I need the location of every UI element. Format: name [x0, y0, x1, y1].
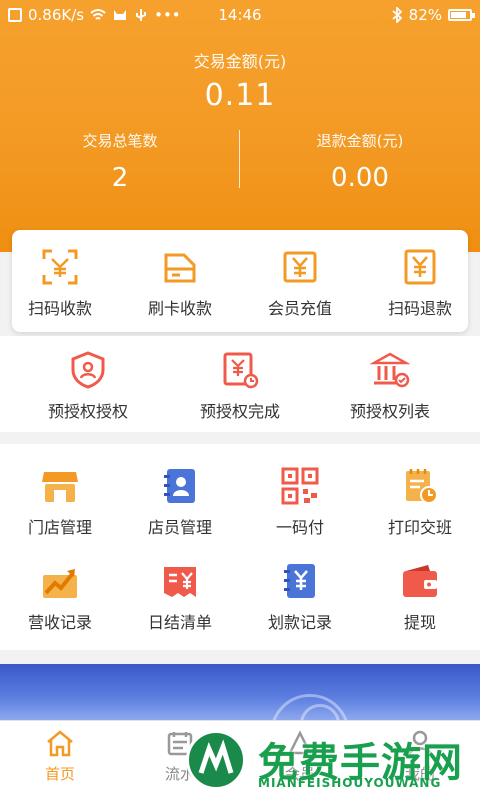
count-value: 2 — [111, 163, 129, 193]
member-recharge-icon — [280, 247, 320, 287]
summary-header: 0.86K/s ••• 14:46 82% 交易金额(元) 0.11 交易总笔数… — [0, 0, 480, 252]
preauth-authorize-label: 预授权授权 — [47, 402, 128, 421]
withdraw-button[interactable]: 提现 — [360, 561, 480, 633]
card-swipe-icon — [160, 247, 200, 287]
promo-banner[interactable] — [0, 664, 480, 720]
function-grid: 门店管理 店员管理 一码付 打印交班 营收记录 日结清单 划款记录 提现 — [0, 444, 480, 650]
qr-code-icon — [280, 466, 320, 506]
watermark-logo — [186, 730, 246, 790]
preauth-authorize-button[interactable]: 预授权授权 — [28, 350, 148, 422]
bank-icon — [369, 350, 411, 390]
daily-statement-label: 日结清单 — [147, 613, 212, 632]
clerk-manage-label: 店员管理 — [147, 518, 212, 537]
card-swipe-button[interactable]: 刷卡收款 — [120, 247, 240, 319]
store-icon — [40, 466, 80, 506]
store-manage-button[interactable]: 门店管理 — [0, 466, 120, 538]
scan-refund-button[interactable]: 扫码退款 — [360, 247, 480, 319]
revenue-record-label: 营收记录 — [27, 613, 92, 632]
revenue-record-button[interactable]: 营收记录 — [0, 561, 120, 633]
store-manage-label: 门店管理 — [27, 518, 92, 537]
withdraw-label: 提现 — [403, 613, 436, 632]
battery-percent: 82% — [408, 6, 442, 24]
tab-home[interactable]: 首页 — [0, 729, 120, 784]
member-recharge-label: 会员充值 — [267, 299, 332, 318]
clerk-manage-button[interactable]: 店员管理 — [120, 466, 240, 538]
amount-label: 交易金额(元) — [193, 52, 287, 71]
scan-refund-icon — [400, 247, 440, 287]
preauth-list-label: 预授权列表 — [349, 402, 430, 421]
preauth-complete-label: 预授权完成 — [199, 402, 280, 421]
transfer-record-label: 划款记录 — [267, 613, 332, 632]
card-swipe-label: 刷卡收款 — [147, 299, 212, 318]
watermark-subtitle: MIANFEISHOUYOUWANG — [258, 776, 442, 790]
scan-receive-button[interactable]: 扫码收款 — [0, 247, 120, 319]
revenue-chart-icon — [40, 561, 80, 601]
one-code-pay-button[interactable]: 一码付 — [240, 466, 360, 538]
shield-user-icon — [68, 350, 108, 390]
transfer-record-icon — [280, 561, 320, 601]
refund-stat: 退款金额(元) 0.00 — [240, 130, 480, 193]
count-label: 交易总笔数 — [82, 132, 158, 150]
one-code-pay-label: 一码付 — [275, 518, 324, 537]
tab-home-label: 首页 — [44, 765, 75, 783]
scan-receive-label: 扫码收款 — [27, 299, 92, 318]
amount-value: 0.11 — [204, 78, 276, 113]
refund-label: 退款金额(元) — [316, 132, 404, 150]
transfer-record-button[interactable]: 划款记录 — [240, 561, 360, 633]
document-yen-icon — [220, 350, 260, 390]
print-shift-icon — [400, 466, 440, 506]
quick-actions-card: 扫码收款 刷卡收款 会员充值 扫码退款 — [12, 230, 468, 332]
wallet-icon — [400, 561, 440, 601]
scan-refund-label: 扫码退款 — [387, 299, 452, 318]
battery-icon — [448, 9, 475, 21]
preauth-section: 预授权授权 预授权完成 预授权列表 — [0, 336, 480, 432]
battery-fill — [451, 12, 466, 18]
scan-receive-icon — [40, 247, 80, 287]
refund-value: 0.00 — [331, 163, 389, 193]
preauth-complete-button[interactable]: 预授权完成 — [180, 350, 300, 422]
status-bar: 0.86K/s ••• 14:46 82% — [0, 0, 480, 32]
receipt-icon — [160, 561, 200, 601]
home-icon — [45, 729, 75, 757]
daily-statement-button[interactable]: 日结清单 — [120, 561, 240, 633]
print-shift-label: 打印交班 — [387, 518, 452, 537]
member-recharge-button[interactable]: 会员充值 — [240, 247, 360, 319]
bluetooth-icon — [392, 7, 402, 23]
preauth-list-button[interactable]: 预授权列表 — [330, 350, 450, 422]
count-stat: 交易总笔数 2 — [0, 130, 240, 193]
print-shift-button[interactable]: 打印交班 — [360, 466, 480, 538]
contacts-icon — [160, 466, 200, 506]
